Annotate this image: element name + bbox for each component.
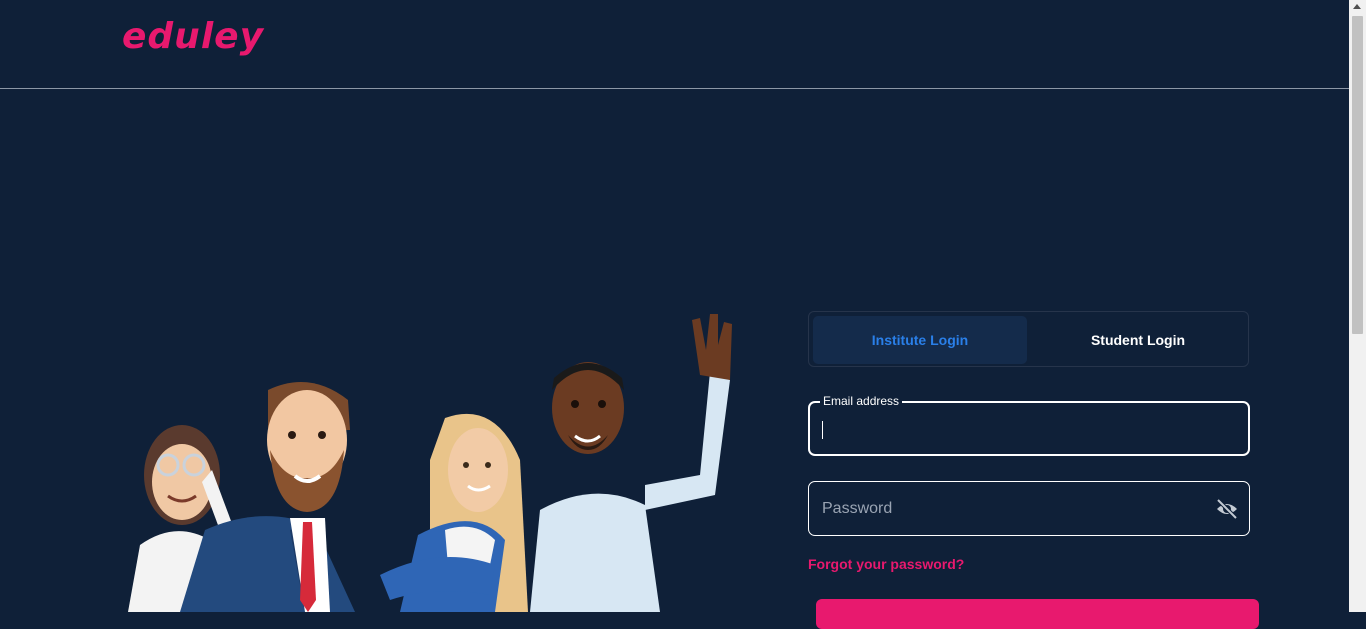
tab-student-login[interactable]: Student Login [1031,316,1245,364]
forgot-password-link[interactable]: Forgot your password? [808,556,964,572]
people-illustration [128,314,732,612]
scroll-up-arrow-icon[interactable] [1353,4,1361,9]
site-header: eduley [0,0,1349,89]
login-submit-button[interactable] [816,599,1259,629]
password-field[interactable] [808,481,1250,536]
blonde-woman-figure [380,413,528,612]
password-input[interactable] [809,482,1249,535]
eduley-logo[interactable]: eduley [122,16,264,57]
tab-institute-login[interactable]: Institute Login [813,316,1027,364]
eye-off-icon[interactable] [1215,498,1239,520]
scrollbar-thumb[interactable] [1352,16,1363,334]
login-type-tabs: Institute Login Student Login [808,311,1249,367]
email-label: Email address [820,394,903,408]
text-caret [822,421,823,439]
waving-man-figure [530,314,732,612]
email-field[interactable]: Email address [808,394,1250,456]
vertical-scrollbar[interactable] [1349,0,1366,612]
